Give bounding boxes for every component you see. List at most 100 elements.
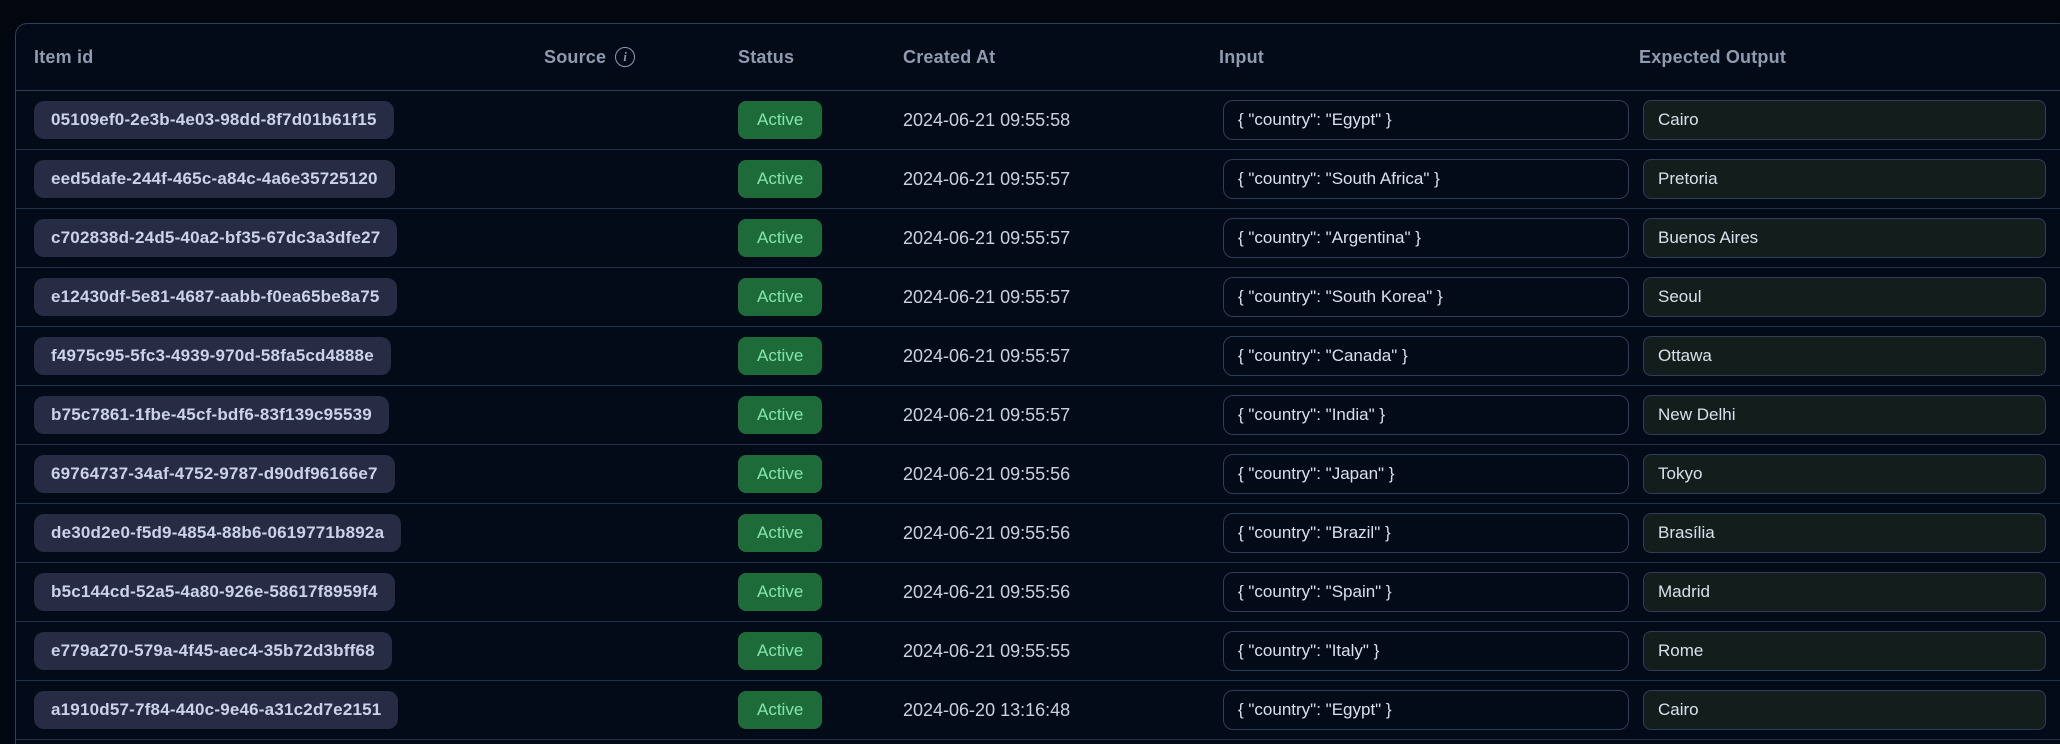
input-cell: { "country": "Japan" } bbox=[1219, 454, 1639, 494]
table-row: f4975c95-5fc3-4939-970d-58fa5cd4888e Act… bbox=[16, 327, 2060, 386]
expected-output-box: Seoul bbox=[1643, 277, 2046, 317]
status-cell: Active bbox=[738, 691, 903, 729]
status-badge: Active bbox=[738, 691, 822, 729]
table-row: b5c144cd-52a5-4a80-926e-58617f8959f4 Act… bbox=[16, 563, 2060, 622]
input-cell: { "country": "South Africa" } bbox=[1219, 159, 1639, 199]
item-id-cell: c702838d-24d5-40a2-bf35-67dc3a3dfe27 bbox=[16, 219, 544, 257]
item-id-cell: eed5dafe-244f-465c-a84c-4a6e35725120 bbox=[16, 160, 544, 198]
expected-output-cell: Ottawa bbox=[1639, 336, 2060, 376]
expected-output-cell: Cairo bbox=[1639, 690, 2060, 730]
created-at: 2024-06-21 09:55:57 bbox=[903, 169, 1219, 190]
status-cell: Active bbox=[738, 632, 903, 670]
expected-output-box: Buenos Aires bbox=[1643, 218, 2046, 258]
table-row: b75c7861-1fbe-45cf-bdf6-83f139c95539 Act… bbox=[16, 386, 2060, 445]
column-header-status: Status bbox=[738, 47, 903, 68]
input-box: { "country": "Argentina" } bbox=[1223, 218, 1629, 258]
status-cell: Active bbox=[738, 101, 903, 139]
column-header-created-at-label: Created At bbox=[903, 47, 995, 68]
item-id-pill[interactable]: 05109ef0-2e3b-4e03-98dd-8f7d01b61f15 bbox=[34, 101, 394, 139]
input-cell: { "country": "Canada" } bbox=[1219, 336, 1639, 376]
status-badge: Active bbox=[738, 632, 822, 670]
status-cell: Active bbox=[738, 219, 903, 257]
created-at: 2024-06-21 09:55:57 bbox=[903, 405, 1219, 426]
status-badge: Active bbox=[738, 160, 822, 198]
created-at: 2024-06-21 09:55:56 bbox=[903, 523, 1219, 544]
status-badge: Active bbox=[738, 219, 822, 257]
expected-output-box: Madrid bbox=[1643, 572, 2046, 612]
column-header-source: Source i bbox=[544, 47, 738, 68]
created-at: 2024-06-20 13:16:48 bbox=[903, 700, 1219, 721]
status-badge: Active bbox=[738, 455, 822, 493]
info-icon[interactable]: i bbox=[615, 47, 635, 67]
input-cell: { "country": "Argentina" } bbox=[1219, 218, 1639, 258]
status-cell: Active bbox=[738, 337, 903, 375]
column-header-input: Input bbox=[1219, 47, 1639, 68]
expected-output-cell: Cairo bbox=[1639, 100, 2060, 140]
status-cell: Active bbox=[738, 396, 903, 434]
input-cell: { "country": "Egypt" } bbox=[1219, 690, 1639, 730]
item-id-pill[interactable]: eed5dafe-244f-465c-a84c-4a6e35725120 bbox=[34, 160, 395, 198]
table-row: a1910d57-7f84-440c-9e46-a31c2d7e2151 Act… bbox=[16, 681, 2060, 740]
item-id-pill[interactable]: f4975c95-5fc3-4939-970d-58fa5cd4888e bbox=[34, 337, 391, 375]
input-cell: { "country": "South Korea" } bbox=[1219, 277, 1639, 317]
created-at: 2024-06-21 09:55:56 bbox=[903, 464, 1219, 485]
expected-output-cell: Seoul bbox=[1639, 277, 2060, 317]
item-id-pill[interactable]: c702838d-24d5-40a2-bf35-67dc3a3dfe27 bbox=[34, 219, 397, 257]
column-header-item-id: Item id bbox=[16, 47, 544, 68]
expected-output-box: Tokyo bbox=[1643, 454, 2046, 494]
created-at: 2024-06-21 09:55:58 bbox=[903, 110, 1219, 131]
dataset-items-table: Item id Source i Status Created At Input… bbox=[15, 23, 2060, 744]
expected-output-cell: Rome bbox=[1639, 631, 2060, 671]
column-header-expected-output: Expected Output bbox=[1639, 47, 2060, 68]
input-cell: { "country": "Spain" } bbox=[1219, 572, 1639, 612]
status-badge: Active bbox=[738, 101, 822, 139]
status-badge: Active bbox=[738, 514, 822, 552]
expected-output-box: New Delhi bbox=[1643, 395, 2046, 435]
input-cell: { "country": "India" } bbox=[1219, 395, 1639, 435]
item-id-pill[interactable]: de30d2e0-f5d9-4854-88b6-0619771b892a bbox=[34, 514, 401, 552]
expected-output-box: Brasília bbox=[1643, 513, 2046, 553]
input-box: { "country": "Egypt" } bbox=[1223, 100, 1629, 140]
created-at: 2024-06-21 09:55:57 bbox=[903, 346, 1219, 367]
expected-output-box: Ottawa bbox=[1643, 336, 2046, 376]
table-row: 69764737-34af-4752-9787-d90df96166e7 Act… bbox=[16, 445, 2060, 504]
status-cell: Active bbox=[738, 573, 903, 611]
expected-output-cell: Madrid bbox=[1639, 572, 2060, 612]
created-at: 2024-06-21 09:55:57 bbox=[903, 287, 1219, 308]
table-row: e779a270-579a-4f45-aec4-35b72d3bff68 Act… bbox=[16, 622, 2060, 681]
expected-output-cell: Buenos Aires bbox=[1639, 218, 2060, 258]
expected-output-cell: Tokyo bbox=[1639, 454, 2060, 494]
column-header-status-label: Status bbox=[738, 47, 794, 68]
item-id-cell: f4975c95-5fc3-4939-970d-58fa5cd4888e bbox=[16, 337, 544, 375]
status-badge: Active bbox=[738, 337, 822, 375]
input-box: { "country": "South Africa" } bbox=[1223, 159, 1629, 199]
item-id-cell: 69764737-34af-4752-9787-d90df96166e7 bbox=[16, 455, 544, 493]
status-cell: Active bbox=[738, 278, 903, 316]
item-id-pill[interactable]: a1910d57-7f84-440c-9e46-a31c2d7e2151 bbox=[34, 691, 398, 729]
item-id-pill[interactable]: b75c7861-1fbe-45cf-bdf6-83f139c95539 bbox=[34, 396, 389, 434]
column-header-source-label: Source bbox=[544, 47, 606, 68]
expected-output-cell: New Delhi bbox=[1639, 395, 2060, 435]
item-id-pill[interactable]: e12430df-5e81-4687-aabb-f0ea65be8a75 bbox=[34, 278, 397, 316]
created-at: 2024-06-21 09:55:55 bbox=[903, 641, 1219, 662]
item-id-cell: de30d2e0-f5d9-4854-88b6-0619771b892a bbox=[16, 514, 544, 552]
item-id-pill[interactable]: 69764737-34af-4752-9787-d90df96166e7 bbox=[34, 455, 395, 493]
status-badge: Active bbox=[738, 278, 822, 316]
created-at: 2024-06-21 09:55:56 bbox=[903, 582, 1219, 603]
table-row: c702838d-24d5-40a2-bf35-67dc3a3dfe27 Act… bbox=[16, 209, 2060, 268]
status-cell: Active bbox=[738, 455, 903, 493]
table-row: de30d2e0-f5d9-4854-88b6-0619771b892a Act… bbox=[16, 504, 2060, 563]
input-cell: { "country": "Italy" } bbox=[1219, 631, 1639, 671]
column-header-created-at: Created At bbox=[903, 47, 1219, 68]
table-row: e12430df-5e81-4687-aabb-f0ea65be8a75 Act… bbox=[16, 268, 2060, 327]
item-id-pill[interactable]: e779a270-579a-4f45-aec4-35b72d3bff68 bbox=[34, 632, 392, 670]
item-id-cell: e12430df-5e81-4687-aabb-f0ea65be8a75 bbox=[16, 278, 544, 316]
table-row: 05109ef0-2e3b-4e03-98dd-8f7d01b61f15 Act… bbox=[16, 91, 2060, 150]
input-box: { "country": "India" } bbox=[1223, 395, 1629, 435]
status-cell: Active bbox=[738, 160, 903, 198]
input-box: { "country": "Italy" } bbox=[1223, 631, 1629, 671]
status-cell: Active bbox=[738, 514, 903, 552]
item-id-pill[interactable]: b5c144cd-52a5-4a80-926e-58617f8959f4 bbox=[34, 573, 395, 611]
expected-output-box: Pretoria bbox=[1643, 159, 2046, 199]
input-box: { "country": "Canada" } bbox=[1223, 336, 1629, 376]
